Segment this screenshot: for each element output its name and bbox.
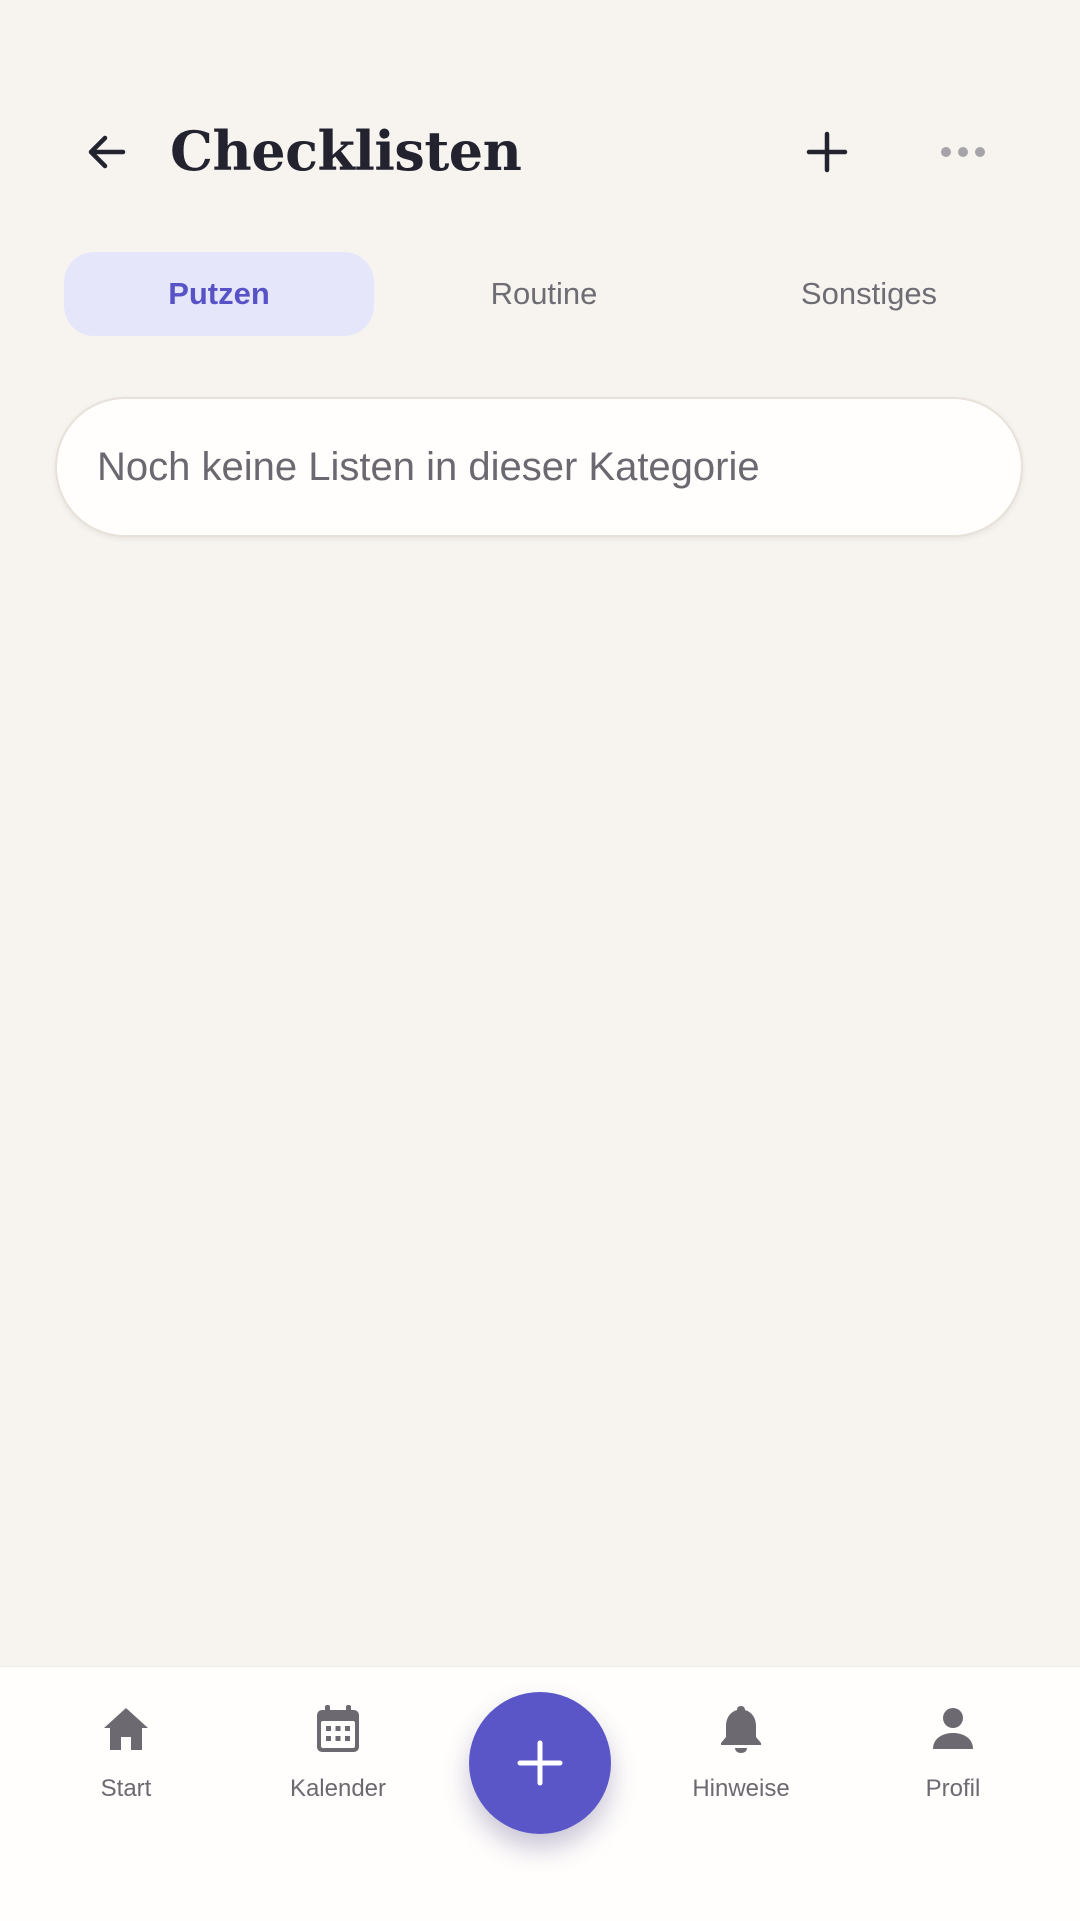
nav-label-kalender: Kalender: [289, 1775, 387, 1802]
more-options-button[interactable]: [908, 97, 1018, 207]
nav-item-kalender[interactable]: Kalender: [248, 1701, 428, 1821]
back-button[interactable]: [52, 97, 162, 207]
plus-icon: [517, 1740, 563, 1786]
empty-state-message: Noch keine Listen in dieser Kategorie: [97, 444, 760, 489]
tab-routine[interactable]: Routine: [389, 252, 699, 336]
nav-label-profil: Profil: [925, 1775, 981, 1802]
nav-item-hinweise[interactable]: Hinweise: [651, 1701, 831, 1821]
fab-add-button[interactable]: [469, 1692, 611, 1834]
tab-sonstiges[interactable]: Sonstiges: [714, 252, 1024, 336]
more-horizontal-icon: [941, 147, 985, 157]
nav-item-profil[interactable]: Profil: [863, 1701, 1043, 1821]
category-tabs: Putzen Routine Sonstiges: [64, 252, 1024, 336]
home-icon: [98, 1701, 154, 1757]
calendar-icon: [310, 1701, 366, 1757]
nav-label-start: Start: [100, 1775, 152, 1802]
empty-state-card: Noch keine Listen in dieser Kategorie: [55, 397, 1023, 537]
page-title: Checklisten: [170, 119, 522, 183]
nav-item-start[interactable]: Start: [36, 1701, 216, 1821]
tab-putzen[interactable]: Putzen: [64, 252, 374, 336]
plus-icon: [806, 131, 848, 173]
nav-label-hinweise: Hinweise: [692, 1775, 790, 1802]
person-icon: [925, 1701, 981, 1757]
app-header: Checklisten: [0, 0, 1080, 250]
bell-icon: [713, 1701, 769, 1757]
arrow-left-icon: [88, 135, 126, 169]
add-list-button[interactable]: [772, 97, 882, 207]
